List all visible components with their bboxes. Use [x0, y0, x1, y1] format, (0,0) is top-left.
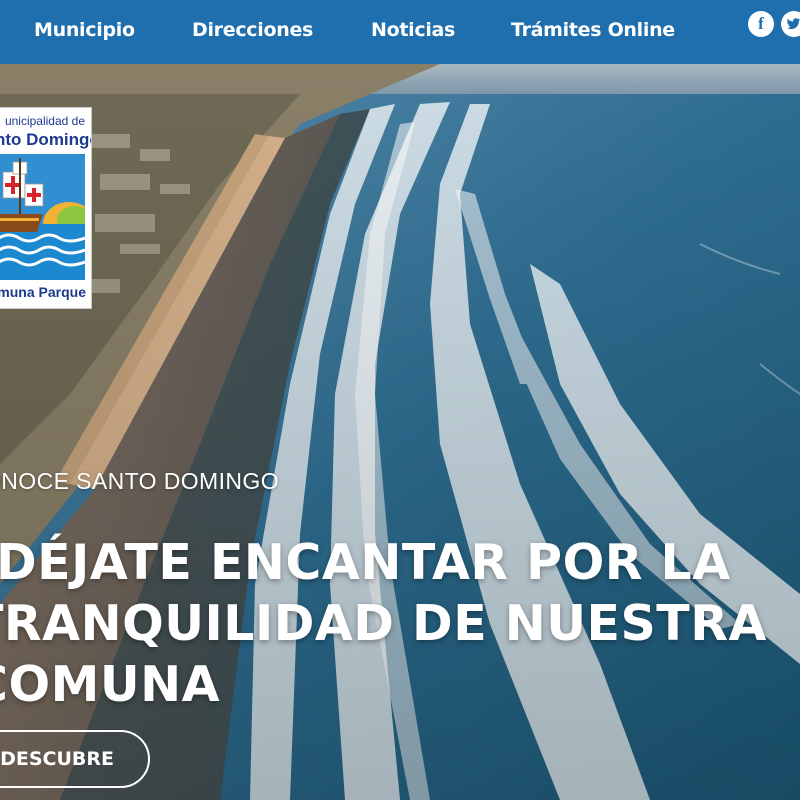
- hero-headline-line-1: DÉJATE ENCANTAR POR LA: [0, 534, 731, 591]
- logo-top-text: unicipalidad de: [4, 114, 85, 128]
- nav-item-noticias[interactable]: Noticias: [371, 19, 455, 41]
- hero-headline-line-3: COMUNA: [0, 656, 221, 713]
- logo-ship-emblem-icon: [0, 154, 85, 280]
- hero-headline: DÉJATE ENCANTAR POR LA TRANQUILIDAD DE N…: [0, 532, 800, 715]
- logo-bottom-text: muna Parque: [0, 284, 86, 300]
- logo-name-text: nto Domingo: [0, 130, 91, 149]
- hero-eyebrow: CONOCE SANTO DOMINGO: [0, 468, 279, 494]
- hero-headline-line-2: TRANQUILIDAD DE NUESTRA: [0, 595, 767, 652]
- nav-item-direcciones[interactable]: Direcciones: [192, 19, 313, 41]
- twitter-icon[interactable]: [781, 11, 800, 37]
- hero-banner: unicipalidad de nto Domingo: [0, 64, 800, 800]
- nav-item-municipio[interactable]: Municipio: [34, 19, 135, 41]
- top-navbar: Municipio Direcciones Noticias Trámites …: [0, 0, 800, 64]
- page: Municipio Direcciones Noticias Trámites …: [0, 0, 800, 800]
- facebook-icon[interactable]: f: [748, 11, 774, 37]
- nav-item-tramites-online[interactable]: Trámites Online: [511, 19, 675, 41]
- descubre-button[interactable]: DESCUBRE: [0, 730, 150, 788]
- municipality-logo[interactable]: unicipalidad de nto Domingo: [0, 107, 92, 309]
